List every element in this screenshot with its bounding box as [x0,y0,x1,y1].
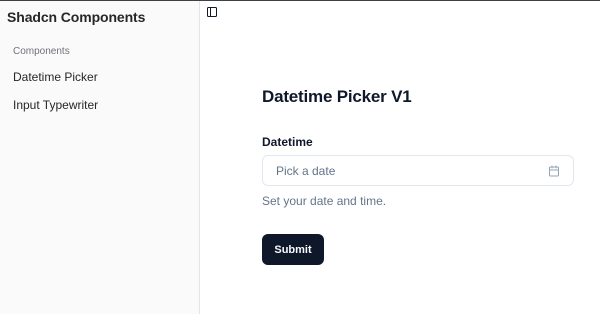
calendar-icon [548,165,560,177]
panel-left-icon [206,6,217,17]
sidebar: Shadcn Components Components Datetime Pi… [0,1,200,314]
submit-button[interactable]: Submit [262,234,324,265]
sidebar-item-datetime-picker[interactable]: Datetime Picker [0,66,199,94]
app-window: Shadcn Components Components Datetime Pi… [0,0,600,314]
datetime-form: Datetime Picker V1 Datetime Pick a date … [262,87,574,265]
datetime-picker-trigger[interactable]: Pick a date [262,155,574,186]
sidebar-group-label: Components [13,46,70,57]
datetime-placeholder: Pick a date [276,163,336,178]
sidebar-item-input-typewriter[interactable]: Input Typewriter [0,94,199,122]
sidebar-title: Shadcn Components [7,9,146,25]
datetime-field-label: Datetime [262,135,313,149]
form-title: Datetime Picker V1 [262,87,412,106]
sidebar-menu: Datetime Picker Input Typewriter [0,66,199,122]
main-content: Datetime Picker V1 Datetime Pick a date … [200,1,600,314]
datetime-field-description: Set your date and time. [262,194,387,208]
sidebar-toggle-button[interactable] [205,5,218,18]
